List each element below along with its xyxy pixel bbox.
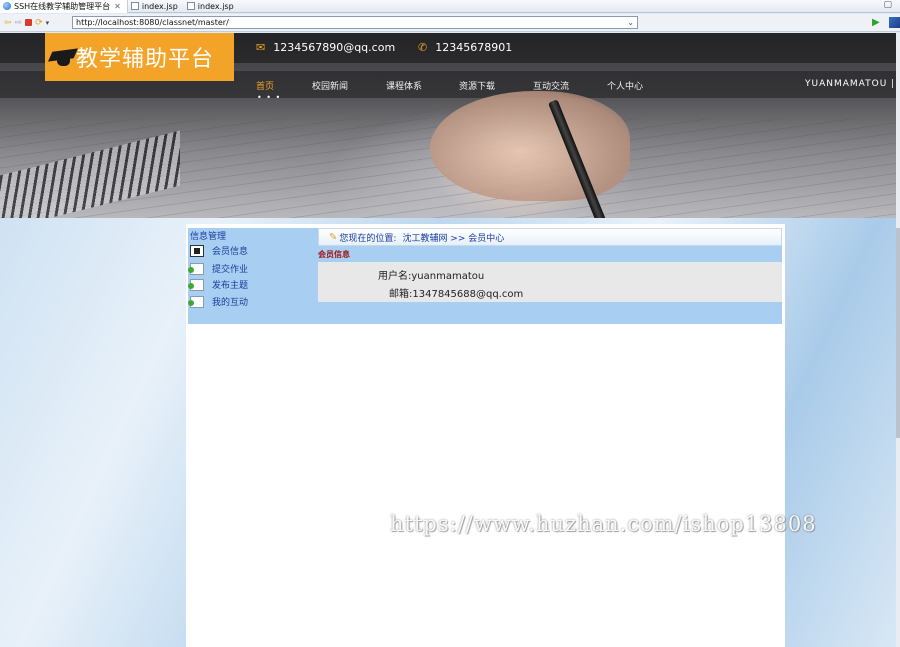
- go-icon[interactable]: ▶: [872, 17, 880, 28]
- page-icon: [186, 2, 195, 10]
- url-text: http://localhost:8080/classnet/master/: [76, 18, 229, 27]
- graduation-cap-icon: [47, 46, 79, 68]
- member-info-box: 用户名:yuanmamatou 邮箱:1347845688@qq.com: [318, 262, 782, 302]
- username-link[interactable]: YUANMAMATOU |: [805, 79, 895, 89]
- active-indicator: • • •: [257, 93, 282, 102]
- globe-icon: [3, 2, 11, 10]
- nav-item-courses[interactable]: 课程体系: [386, 79, 422, 92]
- url-input[interactable]: http://localhost:8080/classnet/master/ ⌄: [72, 16, 638, 29]
- breadcrumb: ✎ 您现在的位置: 沈工教辅网 >> 会员中心: [318, 228, 782, 246]
- nav-item-interaction[interactable]: 互动交流: [533, 79, 569, 92]
- window-controls[interactable]: ▔▢: [873, 0, 896, 10]
- member-username: 用户名:yuanmamatou: [378, 271, 485, 282]
- phone-icon: ✆: [418, 41, 428, 54]
- sidebar-item-post-topic[interactable]: 发布主题: [188, 278, 249, 291]
- nav-item-profile[interactable]: 个人中心: [607, 79, 643, 92]
- member-email: 邮箱:1347845688@qq.com: [389, 289, 524, 300]
- close-icon[interactable]: ✕: [114, 2, 121, 11]
- page-scrollbar[interactable]: [896, 33, 900, 647]
- sidebar-item-label: 提交作业: [212, 265, 249, 275]
- breadcrumb-prefix: 您现在的位置:: [339, 233, 397, 244]
- site-logo[interactable]: 教学辅助平台: [45, 33, 234, 81]
- refresh-icon[interactable]: ⟳: [35, 18, 43, 28]
- nav-item-home[interactable]: 首页: [256, 79, 274, 92]
- main-nav: 首页 校园新闻 课程体系 资源下载 互动交流 个人中心 • • • YUANMA…: [0, 79, 896, 102]
- document-icon: [188, 295, 204, 308]
- contact-phone: ✆ 12345678901: [418, 41, 512, 54]
- tab-label: SSH在线教学辅助管理平台: [14, 1, 111, 11]
- browser-tab[interactable]: index.jsp: [128, 0, 184, 13]
- sidebar-heading: 信息管理: [190, 232, 227, 242]
- back-icon[interactable]: ⇦: [4, 18, 12, 28]
- hand-image: [430, 91, 630, 201]
- stop-icon[interactable]: [25, 19, 33, 26]
- nav-buttons: ⇦ ⇨ ⟳ ▾: [0, 18, 72, 28]
- section-title: 会员信息: [318, 250, 350, 259]
- breadcrumb-path[interactable]: 沈工教辅网 >> 会员中心: [402, 231, 504, 244]
- sidebar-item-label: 我的互动: [212, 298, 249, 308]
- browser-tab-active[interactable]: SSH在线教学辅助管理平台 ✕: [0, 0, 128, 13]
- address-bar: ⇦ ⇨ ⟳ ▾ http://localhost:8080/classnet/m…: [0, 14, 900, 32]
- scrollbar-thumb[interactable]: [896, 228, 900, 438]
- chevron-down-icon[interactable]: ▾: [46, 19, 50, 27]
- watermark: https://www.huzhan.com/ishop13808: [390, 512, 817, 536]
- header-banner: 教学辅助平台 ✉ 1234567890@qq.com ✆ 12345678901…: [0, 33, 896, 218]
- email-text: 1234567890@qq.com: [273, 41, 396, 54]
- sidebar-item-label: 发布主题: [212, 281, 249, 291]
- member-icon: [190, 244, 204, 257]
- browser-tab[interactable]: index.jsp: [184, 0, 240, 13]
- notebook-spiral-image: [0, 130, 180, 218]
- mail-icon: ✉: [256, 41, 266, 54]
- page-icon: [130, 2, 139, 10]
- nav-item-downloads[interactable]: 资源下载: [459, 79, 495, 92]
- sidebar-item-label: 会员信息: [212, 247, 249, 257]
- extension-icon[interactable]: [889, 17, 900, 28]
- document-icon: [188, 278, 204, 291]
- browser-tab-bar: SSH在线教学辅助管理平台 ✕ index.jsp index.jsp ▔▢: [0, 0, 900, 13]
- nav-item-news[interactable]: 校园新闻: [312, 79, 348, 92]
- sidebar-item-member-info[interactable]: 会员信息: [190, 244, 248, 257]
- phone-text: 12345678901: [435, 41, 513, 54]
- tab-label: index.jsp: [197, 1, 234, 11]
- sidebar: 信息管理 会员信息 提交作业 发布主题 我的互动: [188, 228, 318, 324]
- sidebar-item-my-interactions[interactable]: 我的互动: [188, 295, 249, 308]
- document-icon: [188, 262, 204, 275]
- chevron-down-icon[interactable]: ⌄: [627, 17, 634, 28]
- location-icon: ✎: [329, 231, 338, 243]
- contact-email: ✉ 1234567890@qq.com: [256, 41, 395, 54]
- tab-label: index.jsp: [141, 1, 178, 11]
- logo-text: 教学辅助平台: [76, 47, 215, 72]
- sidebar-item-submit-homework[interactable]: 提交作业: [188, 262, 249, 275]
- forward-icon[interactable]: ⇨: [15, 18, 23, 28]
